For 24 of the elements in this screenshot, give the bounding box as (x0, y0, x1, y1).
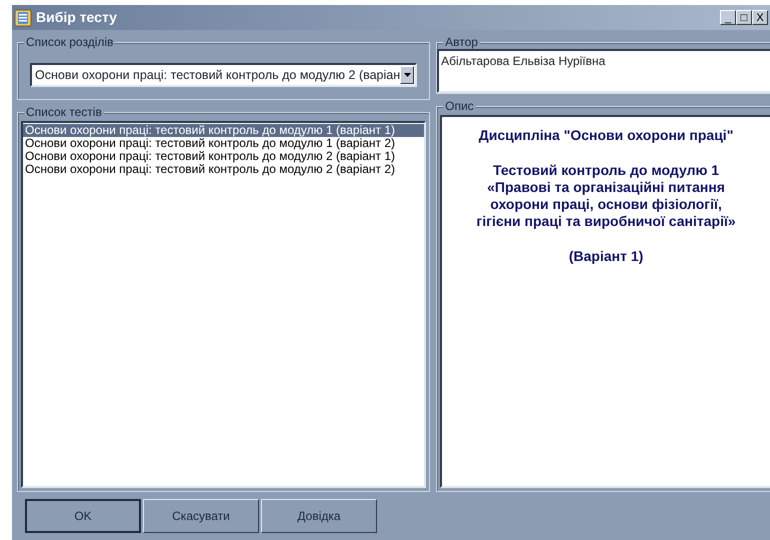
caret-icon (404, 73, 411, 77)
test-list-item[interactable]: Основи охорони праці: тестовий контроль до модулю 1 (варіант 2) (23, 137, 424, 150)
author-field[interactable]: Абільтарова Ельвіза Нуріївна (437, 49, 770, 93)
ok-button[interactable]: OK (25, 499, 141, 533)
app-icon (14, 8, 32, 26)
description-text: Тестовий контроль до модулю 1 (492, 162, 720, 179)
help-button[interactable]: Довідка (261, 499, 377, 533)
cancel-button[interactable]: Скасувати (143, 499, 259, 533)
group-label: Опис (443, 99, 476, 113)
dropdown-arrow-button[interactable] (400, 66, 414, 84)
minimize-button[interactable]: _ (720, 10, 736, 25)
description-text: (Варіант 1) (568, 248, 644, 265)
group-label: Список тестів (24, 105, 104, 119)
test-list-item[interactable]: Основи охорони праці: тестовий контроль до модулю 1 (варіант 1) (23, 124, 424, 137)
test-list-item[interactable]: Основи охорони праці: тестовий контроль до модулю 2 (варіант 2) (23, 163, 424, 176)
section-dropdown[interactable]: Основи охорони праці: тестовий контроль до модулю 2 (варіан (30, 63, 418, 87)
description-text: «Правові та організаційні питання охорони праці, основи фізіології, гігієни праці та виробничої санітарії» (475, 179, 737, 230)
test-list-item[interactable]: Основи охорони праці: тестовий контроль до модулю 2 (варіант 1) (23, 150, 424, 163)
description-heading: Дисципліна "Основи охорони праці" (478, 127, 734, 144)
close-button[interactable]: X (752, 10, 768, 25)
group-label: Автор (443, 35, 480, 49)
maximize-button[interactable]: □ (736, 10, 752, 25)
group-label: Список розділів (24, 35, 116, 49)
window-title: Вибір тесту (36, 8, 117, 27)
